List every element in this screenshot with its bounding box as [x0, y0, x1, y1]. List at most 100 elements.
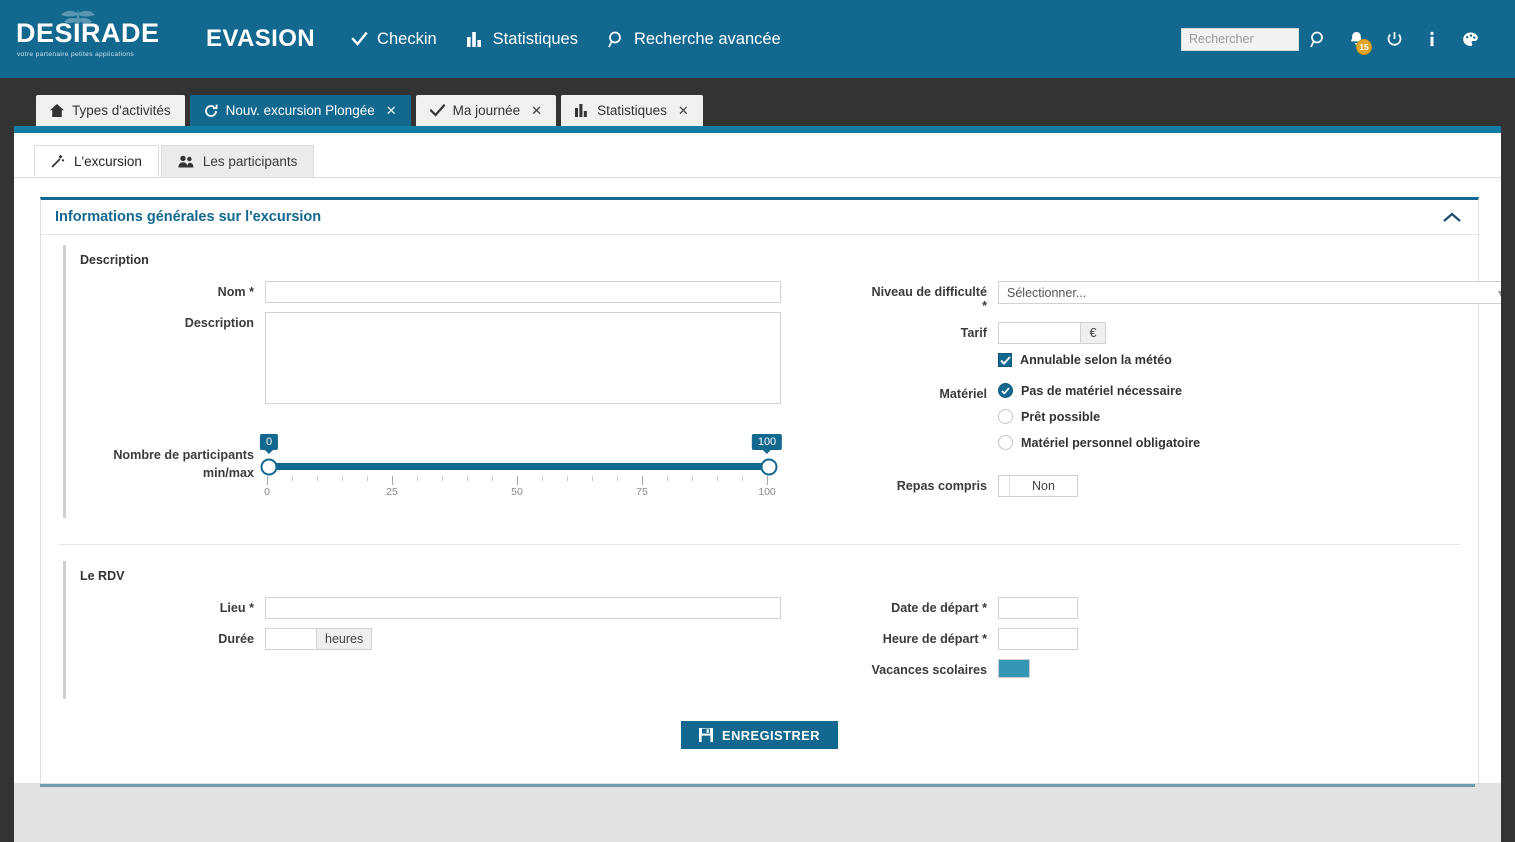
tab-nouv-excursion-plongee[interactable]: Nouv. excursion Plongée ✕ — [189, 95, 411, 126]
magic-wand-icon — [51, 155, 65, 168]
slider-tick — [717, 476, 718, 481]
materiel-option-2[interactable]: Matériel personnel obligatoire — [998, 435, 1200, 450]
tab-statistiques[interactable]: Statistiques ✕ — [561, 95, 703, 126]
search-icon — [608, 31, 621, 47]
brand-title: EVASION — [206, 25, 316, 52]
subtab-excursion-label: L'excursion — [74, 153, 142, 169]
nav-item-checkin[interactable]: Checkin — [351, 30, 437, 49]
tab-strip: Types d'activités Nouv. excursion Plongé… — [0, 78, 1515, 126]
save-bar: ENREGISTRER — [59, 699, 1460, 765]
duree-input-group: heures — [265, 628, 373, 650]
description-fieldset: Description Nom * Description Nombre de … — [63, 245, 1501, 518]
vacances-color-swatch[interactable] — [998, 659, 1030, 678]
field-tarif: Tarif € — [868, 322, 1501, 344]
panel-collapse-button[interactable] — [1442, 211, 1462, 224]
field-duree: Durée heures — [80, 628, 838, 650]
niveau-select[interactable]: Sélectionner... ▼ — [998, 281, 1501, 304]
sub-tab-list: L'excursion Les participants — [14, 145, 1501, 178]
participants-label-line1: Nombre de participants — [113, 448, 254, 462]
repas-toggle[interactable]: Non — [998, 475, 1078, 497]
rdv-fieldset: Le RDV Lieu * Durée heures Date de dépar… — [63, 561, 1460, 699]
tab-close-button[interactable]: ✕ — [531, 103, 542, 119]
materiel-option-1-label: Prêt possible — [1021, 409, 1101, 424]
bar-chart-icon — [575, 104, 587, 117]
radio-button[interactable] — [998, 383, 1013, 398]
theme-button[interactable] — [1451, 19, 1489, 59]
description-label: Description — [184, 316, 254, 330]
meteo-checkbox-row[interactable]: Annulable selon la météo — [998, 353, 1172, 367]
description-legend: Description — [80, 253, 149, 267]
toggle-knob — [999, 476, 1010, 496]
chevron-up-icon — [1443, 212, 1461, 222]
rdv-legend: Le RDV — [80, 569, 125, 583]
lieu-input[interactable] — [265, 597, 781, 619]
tab-close-button[interactable]: ✕ — [678, 103, 689, 119]
field-lieu: Lieu * — [80, 597, 838, 619]
materiel-option-1[interactable]: Prêt possible — [998, 409, 1200, 424]
participants-slider[interactable]: 0 100 0 25 50 75 100 — [259, 434, 783, 500]
power-button[interactable] — [1375, 19, 1413, 59]
section-divider — [59, 544, 1460, 545]
date-depart-input[interactable] — [998, 597, 1078, 619]
slider-tick — [692, 476, 693, 481]
search-submit-button[interactable] — [1299, 19, 1337, 59]
save-button[interactable]: ENREGISTRER — [681, 721, 838, 749]
app-logo[interactable]: DESIRADE votre partenaire petites applic… — [14, 7, 174, 71]
slider-max-handle[interactable] — [760, 458, 778, 475]
meteo-checkbox[interactable] — [998, 353, 1012, 367]
participants-slider-row: Nombre de participants min/max 0 100 0 2… — [80, 434, 838, 500]
tab-ma-journee[interactable]: Ma journée ✕ — [415, 95, 557, 126]
search-input[interactable] — [1181, 27, 1299, 51]
slider-tick — [392, 476, 393, 485]
participants-label: Nombre de participants min/max — [80, 434, 265, 482]
tab-types-activites[interactable]: Types d'activités — [36, 95, 185, 126]
panel-body: Description Nom * Description Nombre de … — [41, 235, 1501, 783]
field-heure-depart: Heure de départ * — [868, 628, 1460, 650]
slider-max-tooltip: 100 — [751, 434, 783, 454]
tarif-unit-addon: € — [1080, 322, 1106, 344]
panel-container: Informations générales sur l'excursion D… — [14, 178, 1501, 784]
informations-generales-panel: Informations générales sur l'excursion D… — [40, 197, 1501, 784]
slider-tick — [742, 476, 743, 481]
nom-input[interactable] — [265, 281, 781, 303]
heure-label: Heure de départ * — [882, 632, 987, 646]
slider-min-handle[interactable] — [260, 458, 278, 475]
chevron-down-icon: ▼ — [1496, 287, 1501, 298]
materiel-option-0[interactable]: Pas de matériel nécessaire — [998, 383, 1200, 398]
radio-button[interactable] — [998, 435, 1013, 450]
slider-tick — [267, 476, 268, 485]
repas-label: Repas compris — [896, 479, 987, 493]
nav-item-recherche-avancee[interactable]: Recherche avancée — [608, 30, 781, 49]
content-card: L'excursion Les participants Information… — [14, 133, 1501, 787]
tarif-input[interactable] — [998, 322, 1080, 344]
save-button-label: ENREGISTRER — [722, 727, 820, 743]
check-icon — [351, 31, 368, 46]
slider-tick-label: 100 — [758, 486, 776, 498]
nav-item-statistiques[interactable]: Statistiques — [466, 29, 578, 49]
slider-track[interactable] — [260, 458, 778, 475]
slider-tick — [667, 476, 668, 481]
duree-input[interactable] — [265, 628, 316, 650]
duree-unit-addon: heures — [316, 628, 373, 650]
materiel-option-2-label: Matériel personnel obligatoire — [1021, 435, 1201, 450]
slider-tick — [317, 476, 318, 481]
info-button[interactable] — [1413, 19, 1451, 59]
heure-depart-input[interactable] — [998, 628, 1078, 650]
notifications-button[interactable]: 15 — [1337, 19, 1375, 59]
panel-bottom-accent — [40, 784, 1475, 787]
slider-tick — [442, 476, 443, 481]
tab-close-button[interactable]: ✕ — [386, 103, 397, 119]
subtab-participants[interactable]: Les participants — [160, 145, 315, 177]
field-date-depart: Date de départ * — [868, 597, 1460, 619]
tab-underline — [0, 126, 1515, 133]
description-textarea[interactable] — [265, 312, 781, 404]
check-icon — [999, 355, 1011, 365]
slider-tick-label: 75 — [636, 486, 648, 498]
subtab-excursion[interactable]: L'excursion — [34, 145, 159, 177]
field-repas-compris: Repas compris Non — [868, 475, 1501, 497]
slider-tick-label: 25 — [386, 486, 398, 498]
tab-list: Types d'activités Nouv. excursion Plongé… — [0, 78, 1515, 126]
radio-button[interactable] — [998, 409, 1013, 424]
field-niveau-difficulte: Niveau de difficulté * Sélectionner... ▼ — [868, 281, 1501, 313]
nav-item-statistiques-label: Statistiques — [492, 29, 578, 48]
